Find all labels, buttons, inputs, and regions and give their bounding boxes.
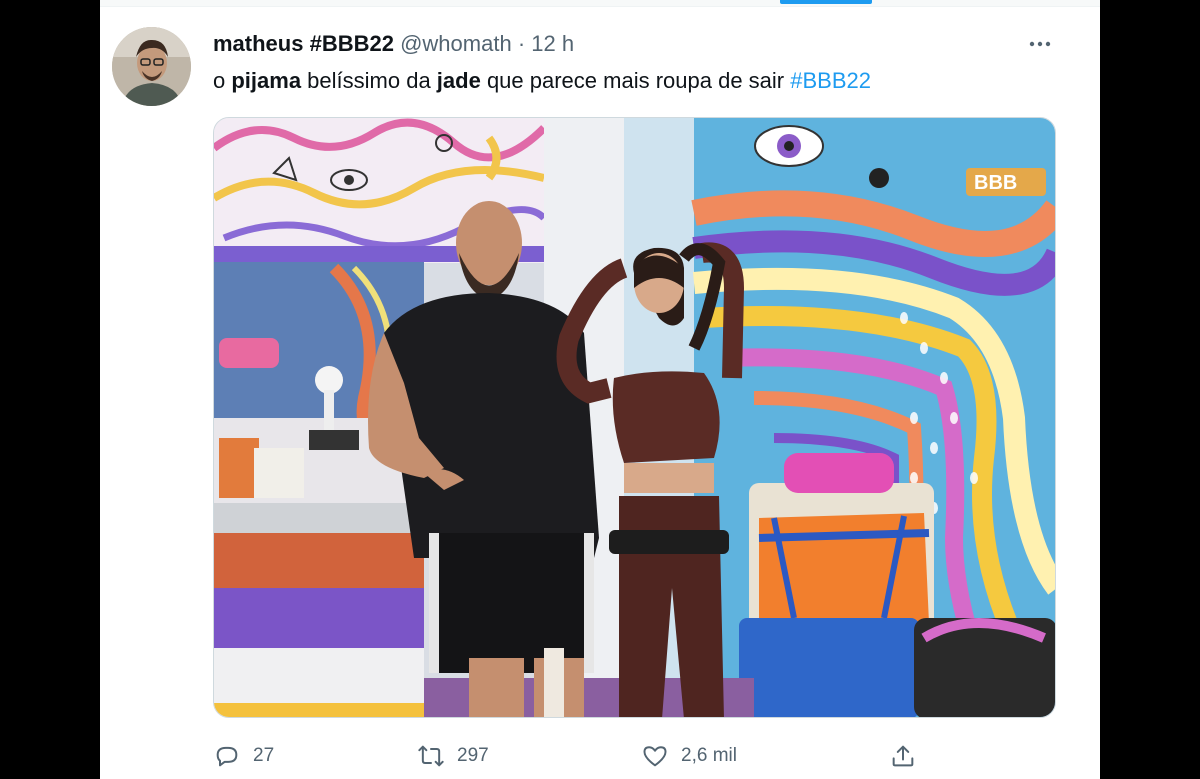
text-bold-jade: jade — [436, 68, 481, 93]
hashtag-link[interactable]: #BBB22 — [790, 68, 871, 93]
media-photo: BBB — [214, 118, 1055, 717]
heart-icon — [643, 746, 667, 767]
share-button[interactable] — [889, 738, 929, 774]
more-icon[interactable] — [1025, 30, 1055, 58]
bbb-logo-text: BBB — [974, 172, 1017, 194]
user-handle[interactable]: @whomath — [400, 31, 512, 56]
retweet-button[interactable]: 297 — [417, 738, 489, 774]
reply-count: 27 — [253, 745, 275, 766]
top-tab-bar — [100, 0, 1100, 7]
avatar-image — [112, 27, 191, 106]
avatar[interactable] — [112, 27, 191, 106]
display-name[interactable]: matheus #BBB22 — [213, 31, 394, 56]
timestamp[interactable]: 12 h — [531, 31, 574, 56]
tweet-text: o pijama belíssimo da jade que parece ma… — [213, 66, 871, 96]
reply-icon — [216, 746, 238, 767]
text-bold-pijama: pijama — [231, 68, 302, 93]
retweet-icon — [418, 745, 444, 767]
share-icon — [892, 745, 914, 767]
text-part: que parece mais roupa de sair — [480, 68, 791, 93]
active-tab-indicator — [780, 0, 872, 4]
tweet-actions: 27 297 2,6 mil — [213, 738, 1056, 774]
text-part: o — [213, 68, 232, 93]
text-part: belíssimo da — [301, 68, 437, 93]
like-button[interactable]: 2,6 mil — [641, 738, 737, 774]
retweet-count: 297 — [457, 745, 489, 766]
separator-dot: · — [517, 31, 526, 56]
tweet-card: matheus #BBB22 @whomath · 12 h o pijama … — [100, 0, 1100, 779]
tweet-media-image[interactable]: BBB — [213, 117, 1056, 718]
reply-button[interactable]: 27 — [213, 738, 274, 774]
like-count: 2,6 mil — [681, 745, 737, 766]
bbb-logo: BBB — [966, 168, 1046, 196]
tweet-header: matheus #BBB22 @whomath · 12 h — [213, 30, 574, 58]
